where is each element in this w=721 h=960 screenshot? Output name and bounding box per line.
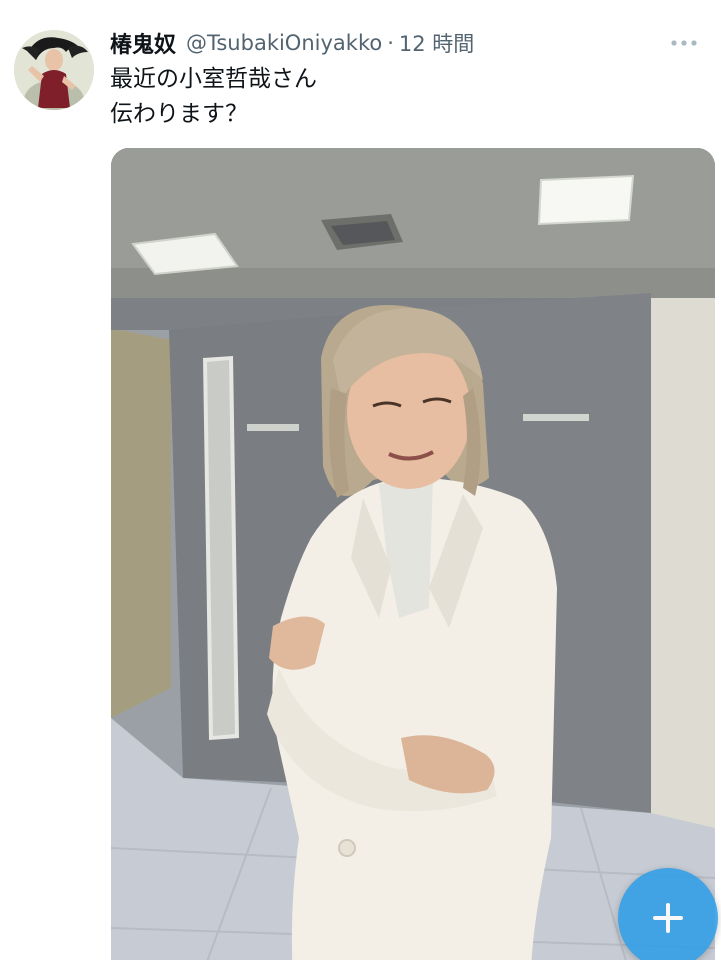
more-button[interactable]	[667, 30, 701, 56]
tweet-header: 椿鬼奴 @TsubakiOniyakko · 12 時間	[110, 28, 701, 58]
compose-button[interactable]	[618, 868, 718, 960]
more-horizontal-icon	[671, 40, 697, 46]
photo-image	[111, 148, 715, 960]
tweet-text-line: 伝わります？	[110, 101, 248, 127]
avatar[interactable]	[14, 30, 94, 110]
tweet-text-line: 最近の小室哲哉さん	[110, 66, 317, 92]
user-handle[interactable]: @TsubakiOniyakko	[186, 31, 382, 55]
plus-icon	[653, 903, 683, 933]
meta-separator: ·	[387, 31, 394, 55]
avatar-image	[14, 30, 94, 110]
display-name[interactable]: 椿鬼奴	[110, 27, 176, 59]
tweet-photo[interactable]	[111, 148, 715, 960]
tweet[interactable]: 椿鬼奴 @TsubakiOniyakko · 12 時間 最近の小室哲哉さん 伝…	[0, 0, 721, 960]
timestamp[interactable]: 12 時間	[399, 28, 474, 58]
tweet-text: 最近の小室哲哉さん 伝わります？	[110, 62, 317, 132]
